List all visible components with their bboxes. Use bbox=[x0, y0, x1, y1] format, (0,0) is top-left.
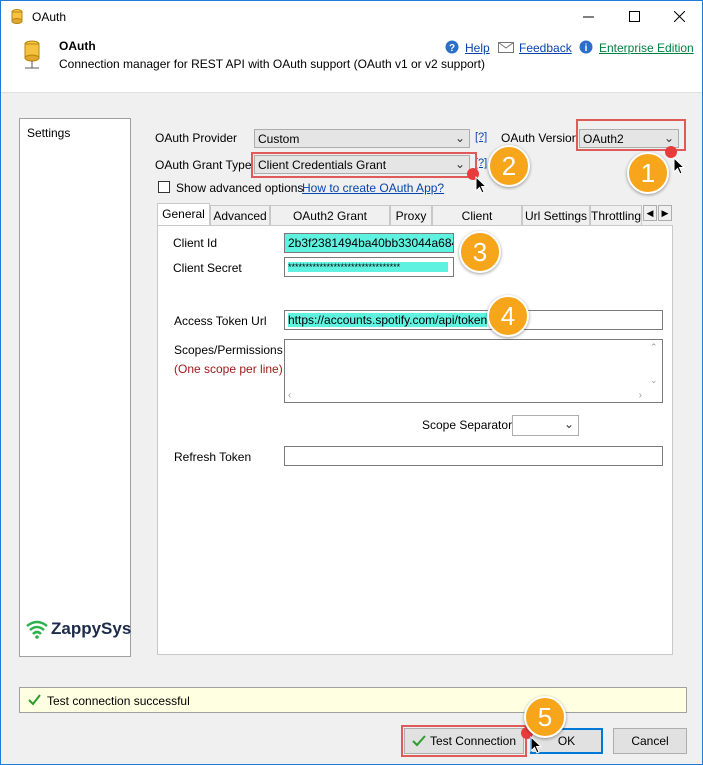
scopes-hint: (One scope per line) bbox=[174, 362, 283, 376]
scopes-textarea[interactable]: ⌃ ⌄ ‹ › bbox=[284, 339, 663, 403]
chevron-down-icon: ⌄ bbox=[454, 131, 465, 145]
database-icon bbox=[11, 9, 23, 24]
chevron-down-icon: ⌄ bbox=[563, 417, 574, 431]
tab-general[interactable]: General bbox=[157, 203, 210, 225]
client-id-label: Client Id bbox=[173, 236, 218, 250]
scroll-down-icon: ⌄ bbox=[650, 375, 658, 385]
zappysys-logo: ZappySys bbox=[26, 619, 131, 639]
advanced-options-label: Show advanced options bbox=[176, 181, 304, 195]
version-label: OAuth Version bbox=[501, 131, 579, 145]
step-badge-5: 5 bbox=[524, 696, 566, 738]
wifi-logo-icon bbox=[26, 620, 48, 639]
sidebar: Settings ZappySys bbox=[19, 118, 131, 657]
header: OAuth Connection manager for REST API wi… bbox=[1, 32, 702, 93]
close-icon bbox=[673, 11, 685, 22]
oauth-dialog: OAuth OAuth Connection manager for REST … bbox=[0, 0, 703, 765]
sidebar-item-settings[interactable]: Settings bbox=[27, 126, 70, 140]
header-description: Connection manager for REST API with OAu… bbox=[59, 57, 485, 71]
client-id-input[interactable]: 2b3f2381494ba40bb33044a6848f bbox=[284, 233, 454, 253]
tab-strip: General Advanced OAuth2 Grant Options Pr… bbox=[157, 203, 672, 237]
tab-throttling[interactable]: Throttling bbox=[590, 205, 642, 225]
step-badge-2: 2 bbox=[488, 145, 530, 187]
svg-text:i: i bbox=[585, 43, 588, 54]
status-bar: Test connection successful bbox=[19, 687, 687, 713]
refresh-token-input[interactable] bbox=[284, 446, 663, 466]
scroll-left-icon: ‹ bbox=[288, 390, 292, 401]
step-badge-1: 1 bbox=[627, 152, 669, 194]
tab-advanced[interactable]: Advanced bbox=[210, 205, 270, 225]
general-panel bbox=[157, 225, 673, 655]
client-secret-label: Client Secret bbox=[173, 261, 242, 275]
scopes-horizontal-scrollbar[interactable]: ‹ › bbox=[285, 386, 662, 402]
scope-separator-select[interactable]: ⌄ bbox=[512, 415, 579, 436]
step-badge-4: 4 bbox=[487, 295, 529, 337]
connection-manager-icon bbox=[24, 40, 40, 69]
scroll-right-icon: › bbox=[638, 390, 642, 401]
step-badge-3: 3 bbox=[459, 231, 501, 273]
provider-label: OAuth Provider bbox=[155, 131, 238, 145]
howto-link[interactable]: How to create OAuth App? bbox=[302, 181, 444, 195]
advanced-options-checkbox[interactable] bbox=[158, 181, 170, 193]
mouse-pointer-icon bbox=[673, 157, 685, 175]
close-button[interactable] bbox=[656, 1, 702, 32]
tab-proxy[interactable]: Proxy bbox=[390, 205, 432, 225]
mouse-pointer-icon bbox=[475, 176, 487, 194]
scopes-label: Scopes/Permissions bbox=[174, 343, 283, 357]
maximize-button[interactable] bbox=[611, 1, 657, 32]
tab-scroll-left-button[interactable]: ◀ bbox=[643, 205, 657, 221]
maximize-icon bbox=[628, 11, 640, 22]
grant-type-label: OAuth Grant Type bbox=[155, 158, 252, 172]
help-icon: ? bbox=[445, 40, 459, 54]
client-secret-value: ******************************** bbox=[288, 262, 448, 272]
provider-select[interactable]: Custom ⌄ bbox=[254, 129, 470, 148]
tab-client-certificate[interactable]: Client Certificate bbox=[432, 205, 522, 237]
provider-value: Custom bbox=[258, 132, 300, 146]
tab-scroll-right-button[interactable]: ▶ bbox=[658, 205, 672, 221]
scroll-up-icon: ⌃ bbox=[650, 342, 658, 352]
scope-separator-label: Scope Separator bbox=[422, 418, 513, 432]
tab-oauth2-grant-options[interactable]: OAuth2 Grant Options bbox=[270, 205, 390, 237]
callout-box-grant-type bbox=[251, 152, 477, 178]
provider-help-link[interactable]: [?] bbox=[475, 131, 487, 143]
refresh-token-label: Refresh Token bbox=[174, 450, 252, 464]
callout-box-test-connection bbox=[401, 725, 527, 757]
cancel-button[interactable]: Cancel bbox=[613, 728, 687, 754]
svg-text:?: ? bbox=[449, 43, 455, 54]
minimize-button[interactable] bbox=[565, 1, 611, 32]
brand-name: ZappySys bbox=[51, 619, 132, 638]
minimize-icon bbox=[582, 16, 594, 18]
token-url-input[interactable]: https://accounts.spotify.com/api/token bbox=[284, 310, 663, 330]
status-text: Test connection successful bbox=[47, 694, 190, 708]
token-url-label: Access Token Url bbox=[174, 314, 267, 328]
title-bar: OAuth bbox=[1, 1, 702, 32]
edition-link[interactable]: Enterprise Edition bbox=[599, 41, 694, 55]
token-url-value: https://accounts.spotify.com/api/token bbox=[288, 313, 488, 327]
mouse-pointer-icon bbox=[530, 736, 542, 754]
info-icon: i bbox=[579, 40, 593, 54]
check-icon bbox=[28, 694, 41, 706]
mail-icon bbox=[498, 42, 514, 53]
help-link[interactable]: Help bbox=[465, 41, 490, 55]
client-secret-input[interactable]: ******************************** bbox=[284, 257, 454, 277]
header-title: OAuth bbox=[59, 39, 96, 53]
window-title: OAuth bbox=[32, 10, 67, 24]
tab-url-settings[interactable]: Url Settings bbox=[522, 205, 590, 225]
feedback-link[interactable]: Feedback bbox=[519, 41, 572, 55]
